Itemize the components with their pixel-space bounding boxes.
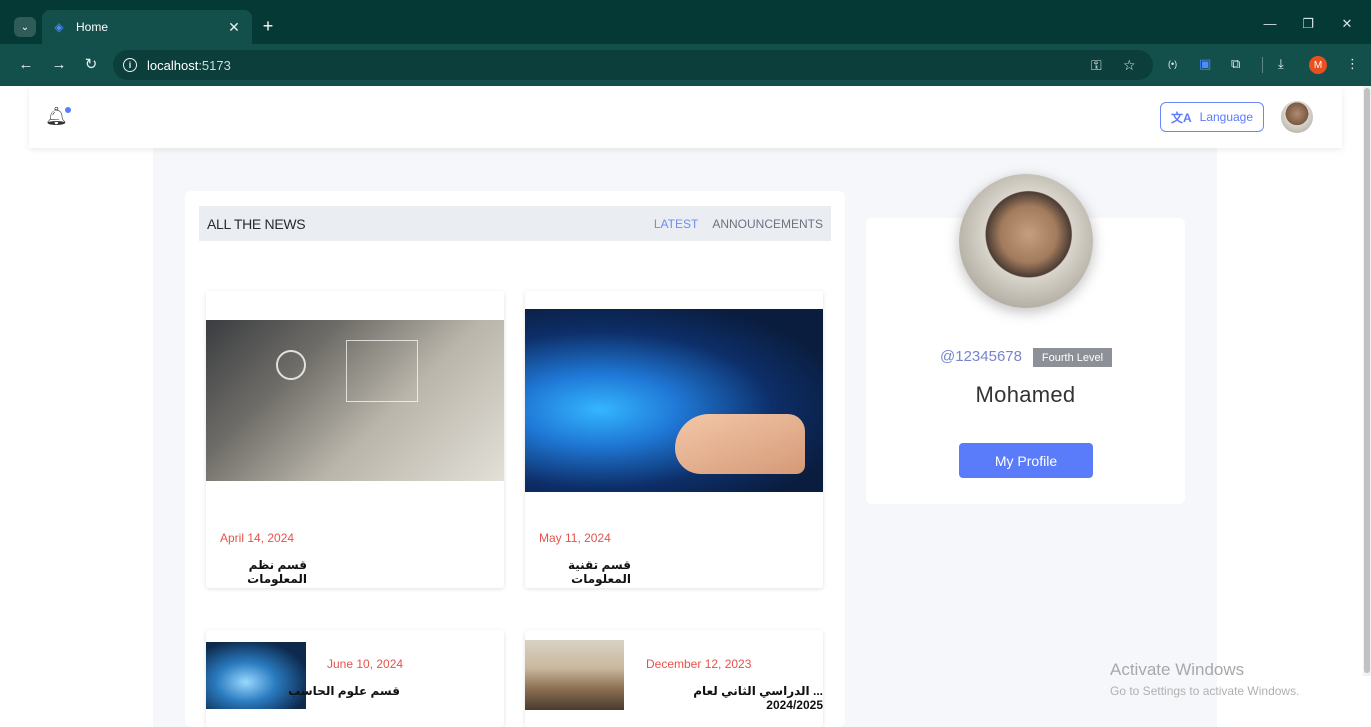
article-title[interactable]: قسم تقنية المعلومات xyxy=(525,558,631,586)
tab-search-chevron-icon[interactable]: ⌄ xyxy=(14,17,36,37)
news-article-card[interactable]: April 14, 2024 قسم نظم المعلومات xyxy=(206,291,504,588)
bookmark-star-icon[interactable]: ☆ xyxy=(1123,57,1136,74)
new-tab-icon[interactable]: + xyxy=(258,16,278,36)
tab-latest[interactable]: LATEST xyxy=(654,217,698,231)
article-image xyxy=(206,320,504,481)
activation-watermark-title: Activate Windows xyxy=(1110,660,1245,679)
tab-title: Home xyxy=(76,20,109,34)
password-key-icon[interactable]: ⚿ xyxy=(1091,57,1102,74)
browser-toolbar: ← → ↻ i localhost:5173 ⚿ ☆ xyxy=(0,44,1371,86)
translate-extension-icon[interactable]: ▣ xyxy=(1199,56,1211,72)
restore-icon[interactable]: ❐ xyxy=(1300,16,1316,32)
news-title: ALL THE NEWS xyxy=(207,215,306,232)
article-date: May 11, 2024 xyxy=(539,531,611,545)
article-image xyxy=(525,640,624,710)
article-title[interactable]: قسم علوم الحاسب xyxy=(288,684,400,698)
app-favicon-icon: ◈ xyxy=(54,20,64,34)
notification-bell-icon[interactable]: 🔔︎ xyxy=(45,106,68,128)
article-image xyxy=(525,309,823,492)
news-header: ALL THE NEWS LATEST ANNOUNCEMENTS xyxy=(199,206,831,241)
my-profile-button[interactable]: My Profile xyxy=(959,443,1093,478)
extension-radio-icon[interactable]: (•) xyxy=(1168,59,1177,69)
reload-icon[interactable]: ↻ xyxy=(82,56,100,74)
toolbar-separator xyxy=(1262,57,1263,73)
level-badge: Fourth Level xyxy=(1033,348,1112,367)
page: 🔔︎ 文A Language ALL THE NEWS LATEST ANNOU… xyxy=(0,86,1371,727)
close-window-icon[interactable]: ✕ xyxy=(1339,16,1355,32)
scrollbar-thumb[interactable] xyxy=(1364,88,1370,673)
back-icon[interactable]: ← xyxy=(17,56,35,74)
browser-tab-home[interactable]: ◈ Home ✕ xyxy=(42,10,252,44)
download-icon[interactable]: ⤓ xyxy=(1278,56,1284,72)
translate-icon: 文A xyxy=(1170,110,1192,125)
news-article-card-small[interactable]: June 10, 2024 قسم علوم الحاسب xyxy=(206,630,504,727)
language-label: Language xyxy=(1199,110,1254,124)
address-bar[interactable]: i localhost:5173 ⚿ ☆ xyxy=(113,50,1153,80)
profile-name: Mohamed xyxy=(975,382,1076,407)
url-text: localhost:5173 xyxy=(147,57,231,73)
notification-dot xyxy=(65,107,71,113)
language-button[interactable]: 文A Language xyxy=(1160,102,1264,132)
extensions-puzzle-icon[interactable]: ⧉ xyxy=(1231,56,1240,72)
news-panel: ALL THE NEWS LATEST ANNOUNCEMENTS April … xyxy=(185,191,845,727)
browser-menu-icon[interactable]: ⋮ xyxy=(1346,56,1359,72)
site-info-icon[interactable]: i xyxy=(123,58,137,72)
article-title[interactable]: ... الدراسي الثاني لعام 2024/2025 xyxy=(646,684,823,712)
browser-tab-bar: ⌄ ◈ Home ✕ + — ❐ ✕ xyxy=(0,0,1371,44)
minimize-icon[interactable]: — xyxy=(1262,16,1278,31)
article-date: December 12, 2023 xyxy=(646,657,752,671)
article-date: April 14, 2024 xyxy=(220,531,295,545)
user-avatar[interactable] xyxy=(1281,101,1313,133)
news-article-card-small[interactable]: December 12, 2023 ... الدراسي الثاني لعا… xyxy=(525,630,823,727)
profile-handle: @12345678 xyxy=(940,348,1022,365)
news-article-card[interactable]: May 11, 2024 قسم تقنية المعلومات xyxy=(525,291,823,588)
article-image xyxy=(206,642,306,709)
tab-announcements[interactable]: ANNOUNCEMENTS xyxy=(712,217,823,231)
activation-watermark-subtitle: Go to Settings to activate Windows. xyxy=(1110,684,1300,698)
close-tab-icon[interactable]: ✕ xyxy=(226,19,242,36)
article-title[interactable]: قسم نظم المعلومات xyxy=(206,558,307,586)
article-date: June 10, 2024 xyxy=(327,657,404,671)
profile-avatar xyxy=(959,174,1093,308)
top-navbar: 🔔︎ 文A Language xyxy=(29,86,1342,148)
browser-profile-avatar[interactable]: M xyxy=(1309,56,1327,74)
forward-icon[interactable]: → xyxy=(50,56,68,74)
